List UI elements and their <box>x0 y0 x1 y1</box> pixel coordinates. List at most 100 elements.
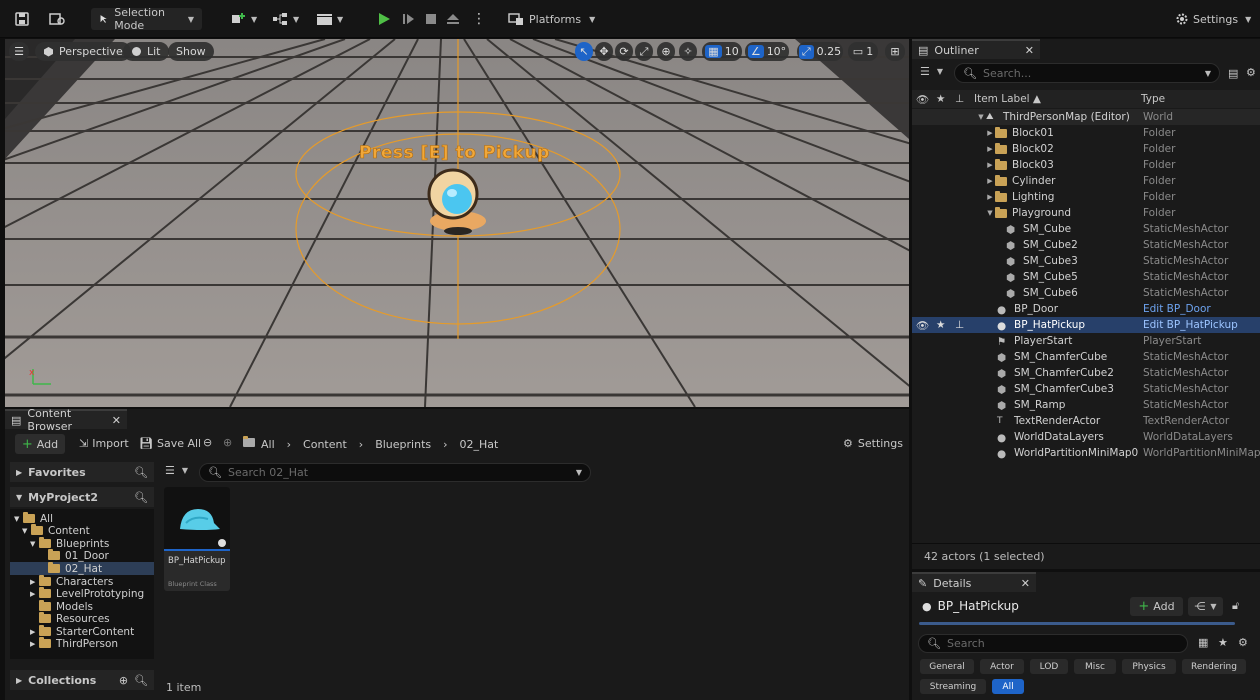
gear-icon[interactable]: ⚙ <box>1246 66 1256 79</box>
outliner-row-folder[interactable]: ▶ Block01 Folder <box>912 125 1260 141</box>
surface-snap-icon[interactable]: ✧ <box>679 42 697 61</box>
expanded-arrow-icon[interactable]: ▼ <box>985 209 995 217</box>
outliner-row-actor[interactable]: ● WorldDataLayers WorldDataLayers <box>912 429 1260 445</box>
collapsed-arrow-icon[interactable]: ▶ <box>985 129 995 137</box>
tree-item-content[interactable]: ▼ Content <box>22 524 90 537</box>
item-label-column-header[interactable]: Item Label ▲ <box>974 93 1041 105</box>
outliner-row-folder[interactable]: ▶ Lighting Folder <box>912 189 1260 205</box>
tree-item-resources[interactable]: Resources <box>39 612 110 625</box>
content-browse-icon[interactable] <box>48 8 66 30</box>
asset-search-input[interactable]: 🔍︎ Search 02_Hat ▼ <box>199 463 591 482</box>
viewport-menu-icon[interactable]: ☰ <box>9 42 29 61</box>
visibility-icon[interactable]: 👁︎ <box>916 93 929 106</box>
edit-blueprint-link[interactable]: Edit BP_Door <box>1143 303 1211 315</box>
outliner-row-actor[interactable]: ⬢ SM_ChamferCube StaticMeshActor <box>912 349 1260 365</box>
add-collection-icon[interactable]: ⊕ <box>119 674 128 687</box>
filter-chip-physics[interactable]: Physics <box>1122 659 1176 674</box>
favorites-section[interactable]: ▶ Favorites 🔍︎ <box>10 462 154 482</box>
details-search-input[interactable]: 🔍︎ Search <box>918 634 1188 653</box>
outliner-row-actor[interactable]: ⬢ SM_Ramp StaticMeshActor <box>912 397 1260 413</box>
close-icon[interactable]: ✕ <box>1025 44 1034 57</box>
show-button[interactable]: Show <box>168 42 214 61</box>
star-icon[interactable]: ★ <box>936 319 945 331</box>
outliner-row-actor[interactable]: ● BP_Door Edit BP_Door <box>912 301 1260 317</box>
edit-blueprint-link[interactable]: Edit BP_HatPickup <box>1143 319 1238 331</box>
star-icon[interactable]: ★ <box>936 93 945 105</box>
translate-tool-icon[interactable]: ✥ <box>595 42 613 61</box>
asset-filter-button[interactable]: ☰ ▼ <box>165 464 188 477</box>
outliner-filter-button[interactable]: ☰ ▼ <box>920 65 943 78</box>
platforms-dropdown[interactable]: Platforms ▼ <box>508 8 595 30</box>
search-icon[interactable]: 🔍︎ <box>134 491 148 504</box>
collections-section[interactable]: ▶ Collections ⊕ 🔍︎ <box>10 670 154 690</box>
type-column-header[interactable]: Type <box>1141 93 1165 105</box>
tree-item-levelprototyping[interactable]: ▶ LevelPrototyping <box>30 587 144 600</box>
collapsed-arrow-icon[interactable]: ▶ <box>985 161 995 169</box>
content-settings-button[interactable]: ⚙ Settings <box>843 437 903 450</box>
selection-mode-dropdown[interactable]: Selection Mode ▼ <box>91 6 202 32</box>
project-section[interactable]: ▼ MyProject2 🔍︎ <box>10 487 154 507</box>
breadcrumb-blueprints[interactable]: Blueprints <box>375 438 431 451</box>
table-view-icon[interactable]: ▦ <box>1198 636 1208 649</box>
outliner-row-actor[interactable]: ⬢ SM_Cube2 StaticMeshActor <box>912 237 1260 253</box>
perspective-button[interactable]: Perspective <box>35 42 131 61</box>
import-button[interactable]: ⇲ Import <box>79 437 129 450</box>
close-icon[interactable]: ✕ <box>112 414 121 427</box>
filter-chip-streaming[interactable]: Streaming <box>920 679 986 694</box>
content-browser-tab[interactable]: ▤ Content Browser ✕ <box>5 407 127 433</box>
pin-icon[interactable]: ⊥ <box>955 93 964 105</box>
outliner-row-actor[interactable]: ⬢ SM_Cube StaticMeshActor <box>912 221 1260 237</box>
outliner-row-actor[interactable]: ⬢ SM_Cube6 StaticMeshActor <box>912 285 1260 301</box>
outliner-row-folder[interactable]: ▼ Playground Folder <box>912 205 1260 221</box>
camera-speed-button[interactable]: ▭ 1 <box>848 42 878 61</box>
outliner-row-actor[interactable]: ⬢ SM_ChamferCube3 StaticMeshActor <box>912 381 1260 397</box>
outliner-row-folder[interactable]: ▶ Block03 Folder <box>912 157 1260 173</box>
outliner-row-actor[interactable]: ⬢ SM_Cube3 StaticMeshActor <box>912 253 1260 269</box>
search-icon[interactable]: 🔍︎ <box>134 674 148 687</box>
breadcrumb-hat[interactable]: 02_Hat <box>460 438 499 451</box>
add-actor-button[interactable]: ▼ <box>230 8 257 30</box>
filter-chip-all[interactable]: All <box>992 679 1024 694</box>
visibility-icon[interactable]: 👁︎ <box>916 319 929 332</box>
filter-chip-rendering[interactable]: Rendering <box>1182 659 1246 674</box>
tree-item-door[interactable]: 01_Door <box>48 549 109 562</box>
rotate-tool-icon[interactable]: ⟳ <box>615 42 633 61</box>
outliner-row-folder[interactable]: ▶ Block02 Folder <box>912 141 1260 157</box>
search-icon[interactable]: 🔍︎ <box>134 466 148 479</box>
layout-icon[interactable]: ⊞ <box>885 42 905 61</box>
details-tab[interactable]: ✎ Details ✕ <box>912 572 1036 592</box>
outliner-row-actor[interactable]: T TextRenderActor TextRenderActor <box>912 413 1260 429</box>
rotation-snap-button[interactable]: ∠ 10° <box>745 42 789 61</box>
breadcrumb-content[interactable]: Content <box>303 438 347 451</box>
tree-item-thirdperson[interactable]: ▶ ThirdPerson <box>30 637 118 650</box>
outliner-row-actor[interactable]: ⬢ SM_Cube5 StaticMeshActor <box>912 269 1260 285</box>
lit-button[interactable]: Lit <box>123 42 169 61</box>
add-folder-icon[interactable]: ▤ <box>1228 67 1238 80</box>
save-all-button[interactable]: 💾︎ Save All <box>139 437 201 450</box>
tree-item-hat[interactable]: 02_Hat <box>10 562 154 575</box>
collapsed-arrow-icon[interactable]: ▶ <box>985 145 995 153</box>
scale-snap-button[interactable]: ⤢ 0.25 <box>797 42 843 61</box>
cinematics-button[interactable]: ▼ <box>316 8 343 30</box>
outliner-row-actor[interactable]: ⚑ PlayerStart PlayerStart <box>912 333 1260 349</box>
back-arrow-icon[interactable]: ⊖ <box>203 436 212 449</box>
filter-chip-misc[interactable]: Misc <box>1074 659 1116 674</box>
outliner-search-input[interactable]: 🔍︎ Search... ▼ <box>954 63 1220 83</box>
play-button[interactable] <box>376 8 392 30</box>
breadcrumb-all[interactable]: All <box>261 438 275 451</box>
collapsed-arrow-icon[interactable]: ▶ <box>985 193 995 201</box>
collapsed-arrow-icon[interactable]: ▶ <box>985 177 995 185</box>
level-viewport[interactable]: x Press [E] to Pickup ☰ Perspective Lit … <box>5 39 909 407</box>
outliner-tab[interactable]: ▤ Outliner ✕ <box>912 39 1040 59</box>
asset-tile-bp-hatpickup[interactable]: BP_HatPickup Blueprint Class <box>164 487 230 591</box>
settings-dropdown[interactable]: Settings ▼ <box>1175 8 1251 30</box>
more-options-icon[interactable]: ⋮ <box>472 8 486 30</box>
gear-icon[interactable]: ⚙ <box>1238 636 1248 649</box>
pin-icon[interactable]: ⊥ <box>955 319 964 331</box>
select-tool-icon[interactable]: ↖ <box>575 42 593 61</box>
step-button[interactable] <box>402 8 416 30</box>
outliner-row-actor[interactable]: ⬢ SM_ChamferCube2 StaticMeshActor <box>912 365 1260 381</box>
scale-tool-icon[interactable]: ⤢ <box>635 42 653 61</box>
filter-chip-actor[interactable]: Actor <box>980 659 1024 674</box>
outliner-row-actor[interactable]: ● WorldPartitionMiniMap0 WorldPartitionM… <box>912 445 1260 461</box>
